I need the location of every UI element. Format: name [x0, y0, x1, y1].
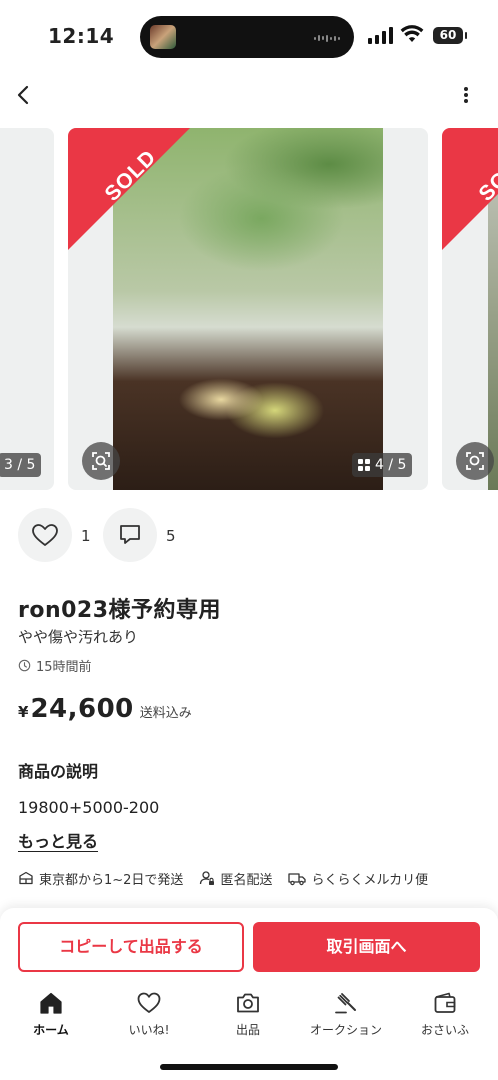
- heart-icon: [137, 992, 161, 1013]
- sold-ribbon: SOLD: [68, 128, 190, 250]
- go-to-transaction-button[interactable]: 取引画面へ: [253, 922, 480, 972]
- status-bar: 12:14 60: [0, 0, 498, 70]
- image-counter-previous: 3 / 5: [0, 453, 42, 477]
- price: ¥ 24,600 送料込み: [18, 694, 192, 724]
- anonymous-user-icon: [200, 871, 215, 885]
- gavel-icon: [335, 993, 356, 1014]
- back-icon[interactable]: [12, 82, 36, 108]
- tab-label: ホーム: [33, 1023, 69, 1037]
- tab-label: おさいふ: [420, 1023, 469, 1037]
- comment-icon: [120, 525, 140, 544]
- grid-view-icon: [358, 459, 370, 471]
- cellular-signal-icon: [368, 26, 393, 44]
- image-counter-text: 3 / 5: [4, 457, 36, 473]
- carousel-card-current[interactable]: SOLD 4 / 5: [68, 128, 428, 490]
- sold-label: SOLD: [474, 145, 498, 206]
- like-count: 1: [81, 527, 91, 545]
- tab-likes[interactable]: いいね!: [104, 990, 194, 1040]
- dynamic-island: [140, 16, 354, 58]
- truck-icon: [288, 873, 307, 886]
- like-button[interactable]: [18, 508, 72, 562]
- tab-sell[interactable]: 出品: [203, 990, 293, 1040]
- shipping-method-text: らくらくメルカリ便: [311, 872, 429, 888]
- scan-zoom-icon: [466, 452, 484, 470]
- bottom-panel: コピーして出品する 取引画面へ ホーム いいね! 出品 オークション おさいふ: [0, 908, 498, 1080]
- now-playing-thumbnail: [150, 25, 176, 49]
- battery-indicator: 60: [433, 27, 467, 44]
- shipping-method: らくらくメルカリ便: [288, 869, 428, 888]
- tab-label: いいね!: [128, 1023, 170, 1037]
- zoom-button-next[interactable]: [456, 442, 494, 480]
- package-icon: [19, 871, 33, 885]
- wallet-icon: [434, 992, 456, 1013]
- wifi-icon: [400, 25, 424, 42]
- more-options-icon[interactable]: [456, 82, 476, 108]
- description-text: 19800+5000-200: [18, 798, 160, 817]
- shipping-info-row: 東京都から1~2日で発送 匿名配送 らくらくメルカリ便: [18, 866, 488, 890]
- price-currency: ¥: [18, 703, 29, 721]
- price-amount: 24,600: [30, 694, 134, 724]
- carousel-card-next[interactable]: SOLD: [442, 128, 498, 490]
- tab-label: オークション: [309, 1023, 382, 1037]
- sold-label: SOLD: [100, 145, 161, 206]
- copy-listing-button[interactable]: コピーして出品する: [18, 922, 244, 972]
- comment-button[interactable]: [103, 508, 157, 562]
- tab-auction[interactable]: オークション: [301, 990, 391, 1040]
- image-carousel[interactable]: 3 / 5 SOLD 4 / 5 SOLD: [0, 128, 498, 490]
- scan-zoom-icon: [92, 452, 110, 470]
- image-counter-text: 4 / 5: [375, 457, 407, 473]
- item-title: ron023様予約専用: [18, 598, 222, 623]
- shipping-included-label: 送料込み: [139, 706, 192, 721]
- status-time: 12:14: [48, 24, 115, 48]
- tab-label: 出品: [235, 1023, 260, 1037]
- clock-icon: [18, 659, 31, 672]
- comment-count: 5: [166, 527, 176, 545]
- home-icon: [40, 992, 62, 1014]
- anonymous-shipping: 匿名配送: [199, 869, 272, 888]
- heart-icon: [32, 524, 58, 546]
- image-counter-current[interactable]: 4 / 5: [352, 453, 413, 477]
- show-more-link[interactable]: もっと見る: [18, 828, 98, 852]
- camera-icon: [237, 993, 259, 1013]
- item-condition: やや傷や汚れあり: [18, 628, 139, 646]
- posted-time: 15時間前: [18, 656, 92, 675]
- audio-wave-icon: [314, 34, 340, 42]
- sold-ribbon-next: SOLD: [442, 128, 498, 250]
- tab-wallet[interactable]: おさいふ: [400, 990, 490, 1040]
- description-heading: 商品の説明: [18, 762, 99, 781]
- shipping-origin-text: 東京都から1~2日で発送: [39, 872, 184, 888]
- shipping-origin: 東京都から1~2日で発送: [18, 869, 183, 888]
- tab-home[interactable]: ホーム: [6, 990, 96, 1040]
- anonymous-shipping-text: 匿名配送: [220, 872, 273, 888]
- zoom-button[interactable]: [82, 442, 120, 480]
- carousel-card-previous[interactable]: 3 / 5: [0, 128, 54, 490]
- home-indicator: [160, 1064, 338, 1070]
- posted-time-text: 15時間前: [36, 660, 92, 675]
